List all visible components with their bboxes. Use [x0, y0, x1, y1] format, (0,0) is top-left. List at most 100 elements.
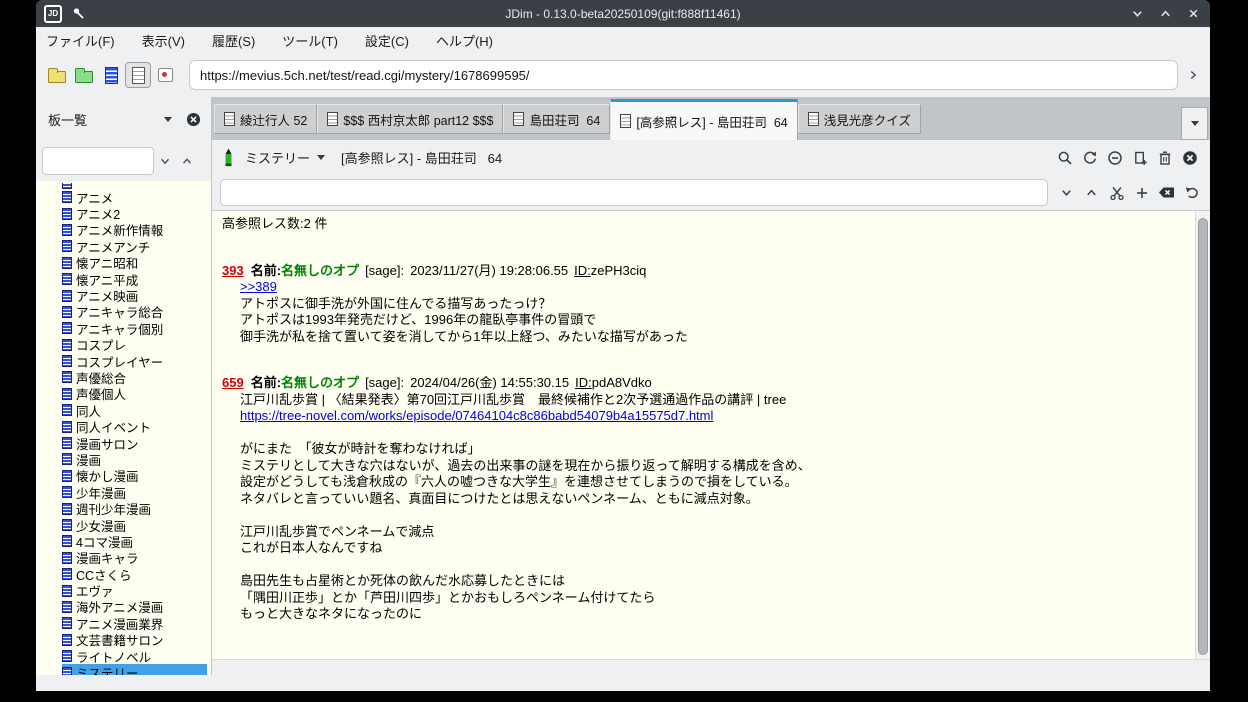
search-button[interactable]: [1052, 145, 1077, 170]
post-line: 江戸川乱歩賞でペンネームで減点: [222, 524, 1185, 541]
reload-button[interactable]: [1077, 145, 1102, 170]
sidebar-board-item[interactable]: アニキャラ個別: [62, 320, 211, 336]
stop-button[interactable]: [1102, 145, 1127, 170]
write-post-button[interactable]: [222, 148, 235, 167]
sidebar-board-item[interactable]: 懐アニ昭和: [62, 255, 211, 271]
clear-input-button[interactable]: [1154, 180, 1179, 205]
extract-button[interactable]: [1104, 180, 1129, 205]
main-pane: 綾辻行人 52 $$$ 西村京太郎 part12 $$$ 島田荘司 64[高参照レス…: [211, 97, 1210, 675]
board-view-button[interactable]: [98, 62, 124, 88]
sidebar-board-item[interactable]: コスプレ: [62, 337, 211, 353]
name-label: 名前:: [251, 375, 281, 390]
menu-item[interactable]: 表示(V): [142, 31, 185, 50]
thread-tab[interactable]: $$$ 西村京太郎 part12 $$$: [317, 104, 503, 134]
sidebar-board-item[interactable]: 文芸書籍サロン: [62, 632, 211, 648]
board-select-caret-icon: [317, 155, 325, 160]
image-view-button[interactable]: [152, 62, 178, 88]
tab-list-button[interactable]: [1181, 107, 1208, 140]
sidebar-board-item[interactable]: 同人: [62, 402, 211, 418]
favorites-button[interactable]: [71, 62, 97, 88]
sidebar-board-item[interactable]: アニメ漫画業界: [62, 615, 211, 631]
sidebar-board-item[interactable]: 同人イベント: [62, 418, 211, 434]
post-line: https://tree-novel.com/works/episode/074…: [222, 408, 1185, 425]
sidebar-close-button[interactable]: [186, 112, 201, 127]
sidebar-board-item[interactable]: アニメ新作情報: [62, 222, 211, 238]
board-doc-icon: [62, 322, 72, 334]
close-tab-button[interactable]: [1177, 145, 1202, 170]
sidebar-board-item[interactable]: エヴァ: [62, 582, 211, 598]
thread-tab[interactable]: [高参照レス] - 島田荘司 64: [610, 99, 797, 140]
sidebar-board-item[interactable]: コスプレイヤー: [62, 353, 211, 369]
tab-list-caret-icon: [1191, 121, 1199, 126]
undo-button[interactable]: [1179, 180, 1204, 205]
post-line: 江戸川乱歩賞 | 〈結果発表〉第70回江戸川乱歩賞 最終候補作と2次予選通過作品…: [222, 392, 1185, 409]
board-list-items: アニメアニメ2アニメ新作情報アニメアンチ懐アニ昭和懐アニ平成アニメ映画アニキャラ…: [62, 189, 211, 675]
url-go-button[interactable]: [1182, 62, 1204, 88]
delete-button[interactable]: [1152, 145, 1177, 170]
thread-tab[interactable]: 浅見光彦クイズ: [798, 104, 921, 134]
post-id[interactable]: zePH3ciq: [591, 263, 647, 278]
sidebar-board-item[interactable]: 声優総合: [62, 369, 211, 385]
sidebar-board-item[interactable]: アニキャラ総合: [62, 304, 211, 320]
menu-item[interactable]: 設定(C): [365, 31, 409, 50]
sidebar-board-item[interactable]: アニメ2: [62, 205, 211, 221]
sidebar-board-item[interactable]: 少女漫画: [62, 517, 211, 533]
sidebar-board-item[interactable]: 海外アニメ漫画: [62, 599, 211, 615]
board-doc-icon: [62, 585, 72, 597]
sidebar-board-item[interactable]: ライトノベル: [62, 648, 211, 664]
maximize-button[interactable]: [1156, 5, 1174, 23]
post-id-label[interactable]: ID:: [574, 263, 591, 278]
extract-input[interactable]: [220, 179, 1048, 206]
sidebar-board-item[interactable]: 週刊少年漫画: [62, 500, 211, 516]
scrollbar-thumb[interactable]: [1198, 218, 1208, 655]
sidebar-board-item[interactable]: 声優個人: [62, 386, 211, 402]
menu-item[interactable]: 履歴(S): [212, 31, 255, 50]
sidebar-board-item[interactable]: ミステリー: [62, 664, 207, 675]
green-folder-icon: [75, 71, 93, 83]
sidebar-board-item[interactable]: 漫画サロン: [62, 435, 211, 451]
image-icon: [158, 68, 173, 82]
add-keyword-button[interactable]: [1129, 180, 1154, 205]
thread-view-button[interactable]: [125, 62, 151, 88]
sidebar-board-item[interactable]: 4コマ漫画: [62, 533, 211, 549]
thread-tab[interactable]: 綾辻行人 52: [214, 104, 317, 134]
vertical-scrollbar[interactable]: [1195, 211, 1210, 659]
bookmark-button[interactable]: [1127, 145, 1152, 170]
url-link[interactable]: https://tree-novel.com/works/episode/074…: [240, 408, 713, 423]
post-number[interactable]: 393: [222, 263, 244, 278]
search-down-button[interactable]: [1054, 180, 1079, 205]
post-line: もっと大きなネタになったのに: [222, 606, 1185, 623]
thread-tab[interactable]: 島田荘司 64: [503, 104, 610, 134]
board-doc-icon: [62, 339, 72, 351]
board-filter-input[interactable]: [42, 147, 154, 175]
search-up-button[interactable]: [1079, 180, 1104, 205]
sidebar-board-item[interactable]: 漫画: [62, 451, 211, 467]
filter-next-button[interactable]: [154, 150, 176, 172]
sidebar-board-item[interactable]: 漫画キャラ: [62, 550, 211, 566]
url-input[interactable]: https://mevius.5ch.net/test/read.cgi/mys…: [189, 60, 1178, 90]
sidebar-board-item[interactable]: CCさくら: [62, 566, 211, 582]
close-window-button[interactable]: [1184, 5, 1202, 23]
sidebar-board-item[interactable]: アニメアンチ: [62, 238, 211, 254]
minimize-button[interactable]: [1128, 5, 1146, 23]
sidebar-board-item[interactable]: 懐かし漫画: [62, 468, 211, 484]
bbslist-button[interactable]: [44, 62, 70, 88]
tab-label: $$$ 西村京太郎 part12 $$$: [343, 110, 493, 129]
menu-item[interactable]: ツール(T): [282, 31, 338, 50]
menu-item[interactable]: ヘルプ(H): [436, 31, 493, 50]
sidebar-board-item[interactable]: アニメ: [62, 189, 211, 205]
post-number[interactable]: 659: [222, 375, 244, 390]
post-id-label[interactable]: ID:: [575, 375, 592, 390]
thread-text: 高参照レス数:2 件 393名前:名無しのオプ[sage]:2023/11/27…: [212, 211, 1195, 659]
board-select[interactable]: ミステリー: [245, 148, 325, 167]
sidebar-board-item[interactable]: 少年漫画: [62, 484, 211, 500]
menu-item[interactable]: ファイル(F): [46, 31, 115, 50]
filter-prev-button[interactable]: [176, 150, 198, 172]
sidebar-dropdown-icon[interactable]: [164, 117, 172, 122]
sidebar-board-item[interactable]: アニメ映画: [62, 287, 211, 303]
anchor-link[interactable]: >>389: [240, 279, 277, 294]
post-header: 659名前:名無しのオプ[sage]:2024/04/26(金) 14:55:3…: [222, 375, 1185, 392]
poster-mail: [sage]:: [365, 263, 404, 278]
sidebar-board-item[interactable]: 懐アニ平成: [62, 271, 211, 287]
post-id[interactable]: pdA8Vdko: [592, 375, 652, 390]
